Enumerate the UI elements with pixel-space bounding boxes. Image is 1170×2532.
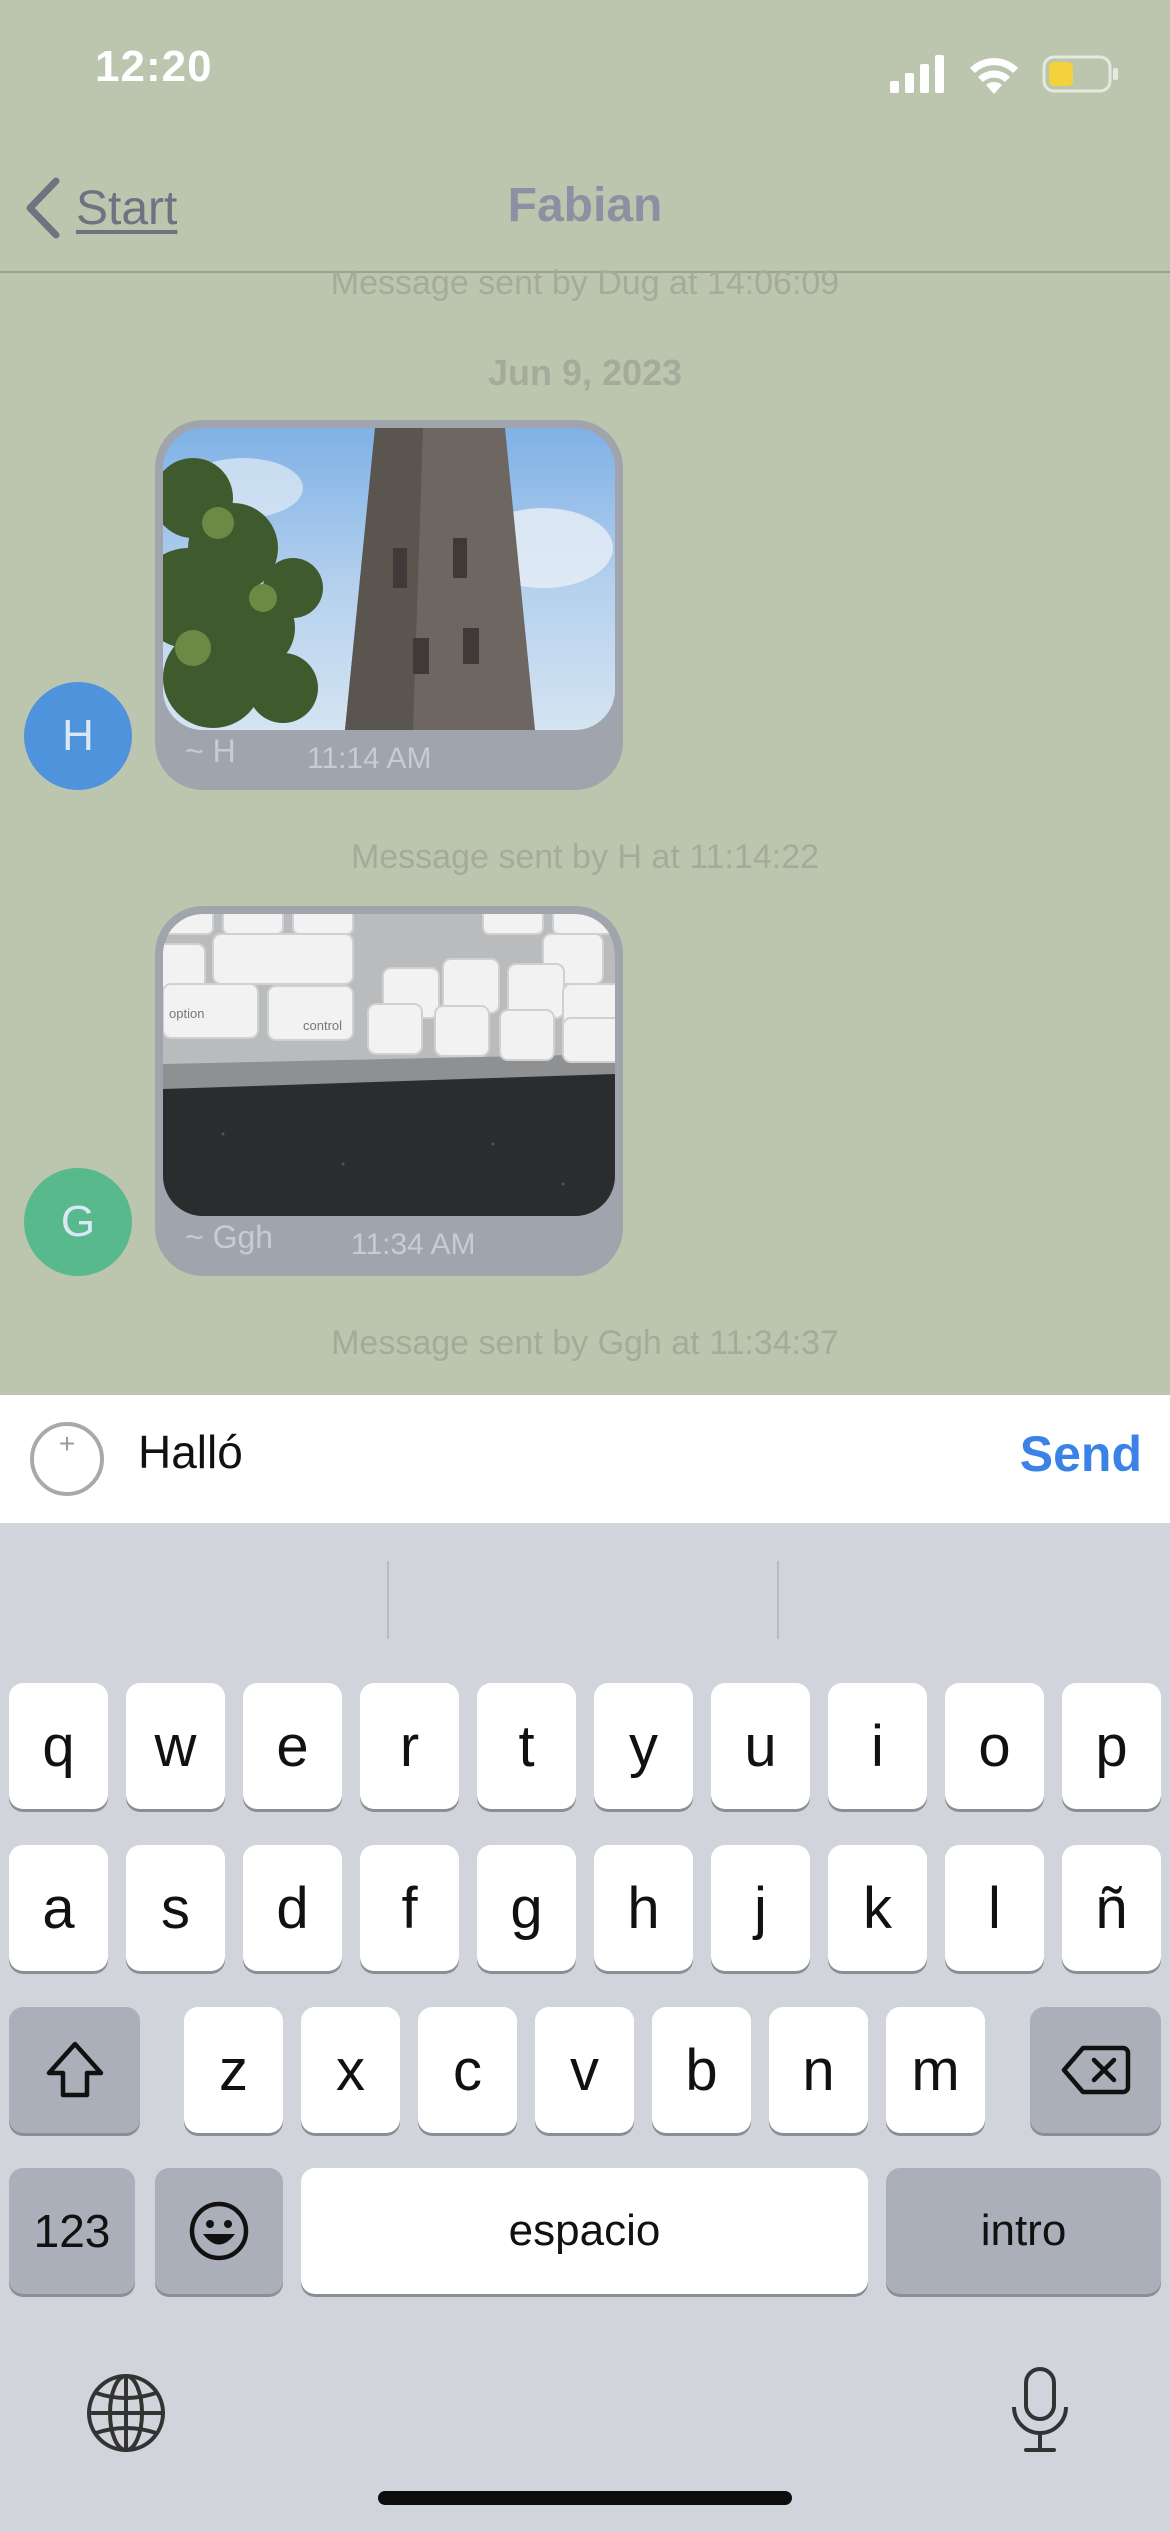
image-message-bubble[interactable]: ~ H 11:14 AM <box>155 420 623 790</box>
avatar-letter: G <box>60 1197 96 1246</box>
message-author: ~ Ggh <box>185 1219 274 1255</box>
key-n-tilde[interactable]: ñ <box>1062 1845 1161 1971</box>
image-message-bubble[interactable]: option control ~ Ggh 11:34 AM <box>155 906 623 1276</box>
status-time: 12:20 <box>95 42 213 91</box>
keyboard-photo[interactable]: option control <box>163 914 615 1216</box>
conversation-title: Fabian <box>507 179 663 232</box>
key-s[interactable]: s <box>126 1845 225 1971</box>
key-e[interactable]: e <box>243 1683 342 1809</box>
space-key[interactable]: espacio <box>301 2168 868 2294</box>
key-f[interactable]: f <box>360 1845 459 1971</box>
key-h[interactable]: h <box>594 1845 693 1971</box>
suggestion-divider <box>777 1561 779 1639</box>
key-m[interactable]: m <box>886 2007 985 2133</box>
key-w[interactable]: w <box>126 1683 225 1809</box>
message-time: 11:14 AM <box>307 742 432 775</box>
system-message: Message sent by H at 11:14:22 <box>350 838 820 876</box>
avatar[interactable]: G <box>24 1168 132 1276</box>
date-separator: Jun 9, 2023 <box>487 352 683 393</box>
svg-text:control: control <box>303 1018 342 1033</box>
key-v[interactable]: v <box>535 2007 634 2133</box>
key-r[interactable]: r <box>360 1683 459 1809</box>
key-p[interactable]: p <box>1062 1683 1161 1809</box>
globe-icon <box>87 2374 165 2452</box>
globe-button[interactable] <box>84 2371 168 2455</box>
avatar-letter: H <box>62 711 94 760</box>
send-button[interactable]: Send <box>1020 1425 1142 1483</box>
status-icons <box>890 52 1120 96</box>
suggestion-divider <box>387 1561 389 1639</box>
key-k[interactable]: k <box>828 1845 927 1971</box>
battery-icon <box>1042 55 1118 93</box>
backspace-icon <box>1061 2045 1130 2095</box>
return-key[interactable]: intro <box>886 2168 1161 2294</box>
key-z[interactable]: z <box>184 2007 283 2133</box>
message-author: ~ H <box>185 733 236 769</box>
message-time: 11:34 AM <box>351 1228 476 1261</box>
key-x[interactable]: x <box>301 2007 400 2133</box>
key-q[interactable]: q <box>9 1683 108 1809</box>
emoji-icon <box>189 2201 249 2261</box>
wifi-icon <box>970 58 1018 94</box>
key-n[interactable]: n <box>769 2007 868 2133</box>
plus-icon: + <box>58 1428 76 1459</box>
system-message: Message sent by Dug at 14:06:09 <box>330 264 840 302</box>
svg-text:option: option <box>169 1006 204 1021</box>
system-message: Message sent by Ggh at 11:34:37 <box>331 1324 839 1362</box>
message-input[interactable] <box>138 1417 978 1487</box>
microphone-icon <box>1012 2367 1068 2452</box>
key-c[interactable]: c <box>418 2007 517 2133</box>
key-g[interactable]: g <box>477 1845 576 1971</box>
avatar[interactable]: H <box>24 682 132 790</box>
keyboard: q w e r t y u i o p a s d f g h j k l ñ … <box>0 1523 1170 2532</box>
home-indicator[interactable] <box>378 2491 792 2505</box>
key-l[interactable]: l <box>945 1845 1044 1971</box>
compose-bar: + Send <box>0 1395 1170 1523</box>
shift-icon <box>46 2041 103 2098</box>
key-a[interactable]: a <box>9 1845 108 1971</box>
add-attachment-button[interactable]: + <box>30 1422 104 1496</box>
key-b[interactable]: b <box>652 2007 751 2133</box>
key-y[interactable]: y <box>594 1683 693 1809</box>
key-d[interactable]: d <box>243 1845 342 1971</box>
numbers-key[interactable]: 123 <box>9 2168 135 2294</box>
key-i[interactable]: i <box>828 1683 927 1809</box>
key-o[interactable]: o <box>945 1683 1044 1809</box>
delete-key[interactable] <box>1030 2007 1161 2133</box>
key-t[interactable]: t <box>477 1683 576 1809</box>
tower-photo[interactable] <box>163 428 615 730</box>
emoji-key[interactable] <box>155 2168 283 2294</box>
key-u[interactable]: u <box>711 1683 810 1809</box>
key-j[interactable]: j <box>711 1845 810 1971</box>
shift-key[interactable] <box>9 2007 140 2133</box>
dictation-button[interactable] <box>1008 2365 1072 2455</box>
cellular-signal-icon <box>890 55 944 93</box>
